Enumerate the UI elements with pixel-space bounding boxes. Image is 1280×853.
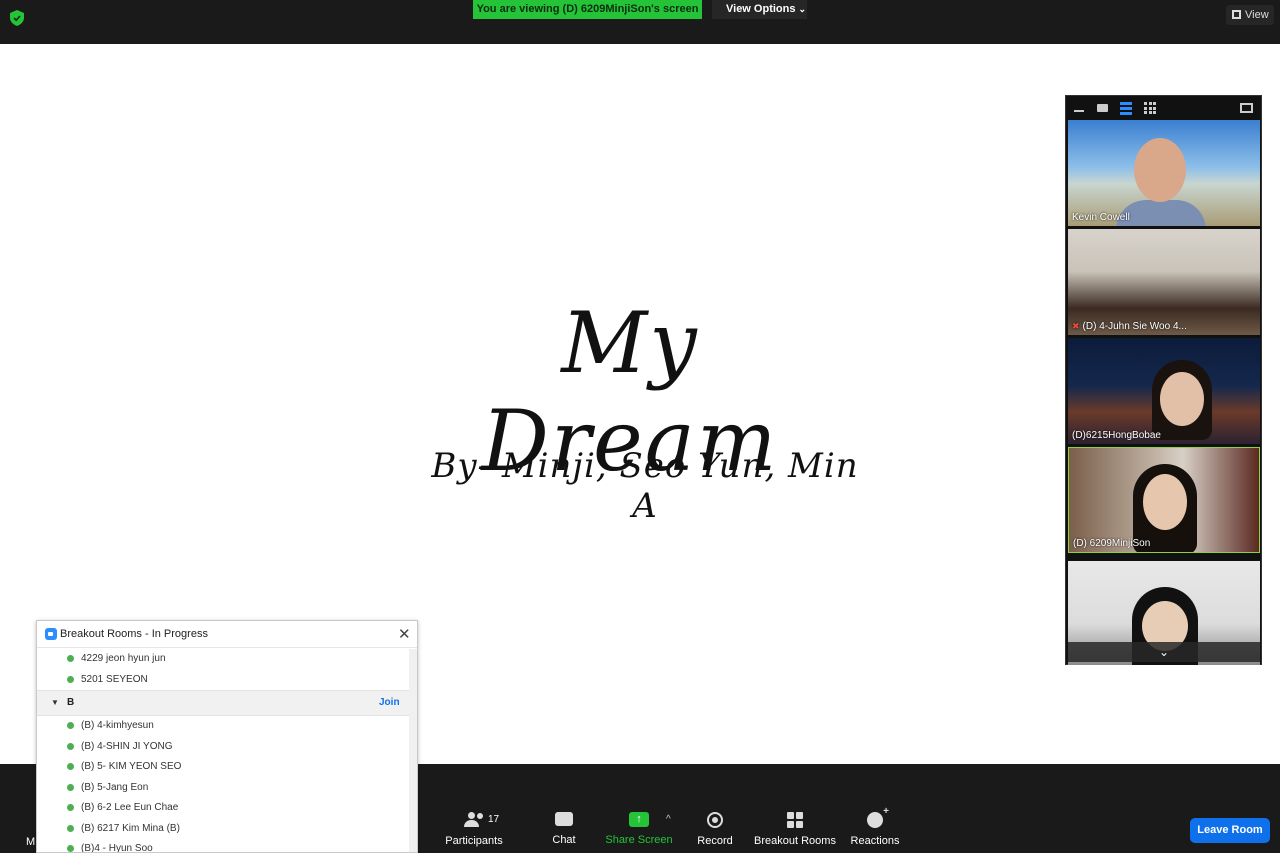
record-icon: [707, 812, 723, 828]
status-dot-icon: [67, 655, 74, 662]
participant-name: (B) 4-SHIN JI YONG: [81, 740, 173, 752]
video-panel-toolbar: [1066, 96, 1261, 120]
list-item[interactable]: (B) 5-Jang Eon: [37, 778, 409, 799]
participants-label: Participants: [445, 835, 503, 847]
viewing-banner: You are viewing (D) 6209MinjiSon's scree…: [473, 0, 702, 19]
breakout-rooms-titlebar: Breakout Rooms - In Progress ✕: [37, 621, 417, 648]
view-options-label: View Options: [726, 3, 796, 15]
participant-name: (B)4 - Hyun Soo: [81, 843, 153, 853]
chevron-down-icon: ⌄: [798, 4, 807, 14]
caret-down-icon[interactable]: ▼: [51, 698, 59, 707]
list-item[interactable]: 5201 SEYEON: [37, 670, 409, 691]
view-grid-icon: [1232, 10, 1241, 19]
share-screen-button[interactable]: ↑ Share Screen: [604, 812, 674, 846]
breakout-rooms-title: Breakout Rooms - In Progress: [60, 628, 208, 640]
record-button[interactable]: Record: [695, 812, 735, 847]
reactions-label: Reactions: [850, 835, 900, 847]
list-item[interactable]: (B) 4-SHIN JI YONG: [37, 737, 409, 758]
record-label: Record: [697, 835, 733, 847]
status-dot-icon: [67, 763, 74, 770]
participant-name: (B) 5- KIM YEON SEO: [81, 761, 182, 772]
share-screen-icon: ↑: [629, 812, 649, 827]
zoom-meeting-window: You are viewing (D) 6209MinjiSon's scree…: [0, 0, 1280, 853]
breakout-rooms-list: 4229 jeon hyun jun 5201 SEYEON ▼ B Join …: [37, 649, 409, 853]
scrollbar[interactable]: [409, 649, 417, 852]
view-options-button[interactable]: View Options ⌄: [712, 0, 807, 19]
view-label: View: [1245, 9, 1269, 21]
participants-icon: [464, 812, 484, 828]
reactions-icon: [867, 806, 889, 828]
participant-name: (B) 4-kimhyesun: [81, 720, 154, 731]
participant-name: 4229 jeon hyun jun: [81, 653, 166, 664]
participant-name-row: ✖ (D) 4-Juhn Sie Woo 4...: [1072, 321, 1187, 332]
status-dot-icon: [67, 722, 74, 729]
speaker-view-icon[interactable]: [1120, 102, 1132, 115]
scroll-down-button[interactable]: ⌄: [1068, 642, 1260, 662]
list-item[interactable]: (B) 4-kimhyesun: [37, 716, 409, 737]
video-tile[interactable]: Kevin Cowell: [1068, 120, 1260, 226]
chat-button[interactable]: Chat: [546, 812, 582, 846]
participant-face: [1160, 372, 1204, 426]
participant-name: (B) 6217 Kim Mina (B): [81, 822, 180, 834]
close-icon[interactable]: ✕: [398, 625, 411, 643]
leave-room-button[interactable]: Leave Room: [1190, 818, 1270, 843]
status-dot-icon: [67, 845, 74, 852]
share-options-caret-icon[interactable]: ^: [666, 814, 671, 825]
minimize-video-icon[interactable]: [1074, 102, 1084, 112]
join-room-button[interactable]: Join: [379, 697, 400, 708]
status-dot-icon: [67, 742, 74, 750]
chat-label: Chat: [552, 834, 576, 846]
top-bar: You are viewing (D) 6209MinjiSon's scree…: [0, 0, 1280, 44]
participant-name: (B) 6-2 Lee Eun Chae: [81, 802, 179, 813]
reactions-button[interactable]: Reactions: [848, 806, 902, 847]
gallery-view-icon[interactable]: [1144, 102, 1156, 114]
participant-name: 5201 SEYEON: [81, 673, 148, 685]
hide-video-icon[interactable]: [1097, 104, 1108, 112]
breakout-rooms-button[interactable]: Breakout Rooms: [752, 812, 838, 847]
video-tile-active-speaker[interactable]: (D) 6209MinjiSon: [1068, 447, 1260, 553]
status-dot-icon: [67, 783, 74, 791]
slide-subtitle: By- Minji, Seo Yun, Min A: [431, 446, 859, 526]
participant-face: [1143, 474, 1187, 530]
chat-icon: [555, 812, 573, 826]
room-name: B: [67, 697, 75, 708]
participant-name: (B) 5-Jang Eon: [81, 781, 149, 793]
list-item[interactable]: (B) 6-2 Lee Eun Chae: [37, 798, 409, 819]
mute-label: M: [26, 836, 36, 848]
participant-name: (D) 6209MinjiSon: [1073, 538, 1151, 549]
video-tile[interactable]: ✖ (D) 4-Juhn Sie Woo 4...: [1068, 229, 1260, 335]
list-item[interactable]: (B) 5- KIM YEON SEO: [37, 757, 409, 778]
shield-icon[interactable]: [10, 10, 24, 26]
participant-name: Kevin Cowell: [1072, 212, 1130, 223]
exit-side-by-side-icon[interactable]: [1240, 103, 1253, 113]
share-screen-label: Share Screen: [605, 834, 673, 846]
breakout-rooms-panel: Breakout Rooms - In Progress ✕ 4229 jeon…: [36, 620, 418, 853]
zoom-logo-icon: [45, 628, 57, 640]
status-dot-icon: [67, 804, 74, 811]
chevron-down-icon: ⌄: [1158, 645, 1170, 659]
video-tile[interactable]: (D)6215HongBobae: [1068, 338, 1260, 444]
status-dot-icon: [67, 824, 74, 832]
breakout-room-header[interactable]: ▼ B Join: [37, 690, 409, 716]
participants-button[interactable]: 17 Participants: [442, 812, 506, 847]
breakout-rooms-label: Breakout Rooms: [754, 835, 836, 847]
participant-name: (D)6215HongBobae: [1072, 430, 1161, 441]
status-dot-icon: [67, 675, 74, 683]
participant-name: (D) 4-Juhn Sie Woo 4...: [1082, 321, 1187, 332]
list-item[interactable]: 4229 jeon hyun jun: [37, 649, 409, 670]
view-button[interactable]: View: [1226, 5, 1274, 25]
participant-face: [1134, 138, 1186, 202]
breakout-rooms-icon: [787, 812, 803, 828]
list-item[interactable]: (B) 6217 Kim Mina (B): [37, 819, 409, 840]
list-item[interactable]: (B)4 - Hyun Soo: [37, 839, 409, 853]
mic-muted-icon: ✖: [1072, 321, 1080, 331]
video-panel: Kevin Cowell ✖ (D) 4-Juhn Sie Woo 4... (D…: [1065, 95, 1262, 665]
participants-count: 17: [488, 814, 500, 825]
